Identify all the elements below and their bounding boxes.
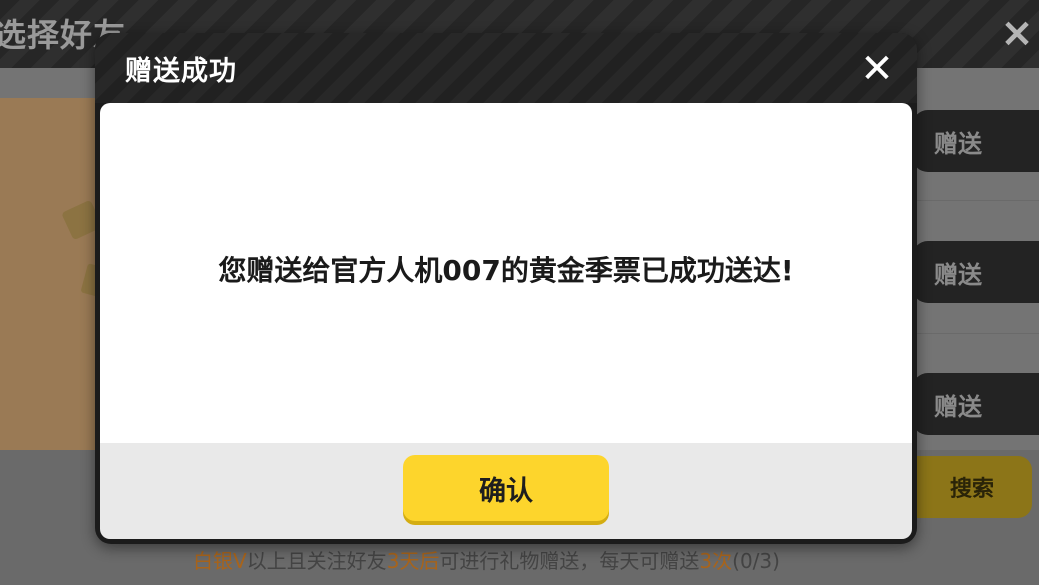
close-icon[interactable]: ✕ [855, 49, 899, 89]
notice-text: 可进行礼物赠送，每天可赠送 [439, 549, 700, 573]
notice-text: 以上且关注好友 [246, 549, 387, 573]
gift-success-dialog: 赠送成功 ✕ 您赠送给官方人机007的黄金季票已成功送达! 确认 [95, 33, 917, 544]
confirm-button[interactable]: 确认 [403, 455, 609, 521]
dialog-footer: 确认 [100, 443, 912, 539]
gift-button[interactable]: 赠送 [912, 373, 1039, 435]
notice-count: (0/3) [732, 549, 780, 573]
notice-days: 3天后 [386, 549, 440, 573]
gift-button[interactable]: 赠送 [912, 241, 1039, 303]
dialog-content: 您赠送给官方人机007的黄金季票已成功送达! [100, 103, 912, 443]
background-close-icon[interactable]: × [996, 12, 1038, 54]
notice-times: 3次 [699, 549, 733, 573]
gift-rule-notice: 白银V以上且关注好友3天后可进行礼物赠送，每天可赠送3次(0/3) [193, 545, 780, 574]
dialog-message: 您赠送给官方人机007的黄金季票已成功送达! [218, 254, 794, 287]
search-button[interactable]: 搜索 [912, 456, 1032, 518]
gift-button[interactable]: 赠送 [912, 110, 1039, 172]
dialog-header: 赠送成功 ✕ [95, 33, 917, 103]
row-divider [912, 333, 1039, 334]
notice-level: 白银V [193, 549, 247, 573]
dialog-title: 赠送成功 [125, 56, 237, 87]
row-divider [912, 200, 1039, 201]
